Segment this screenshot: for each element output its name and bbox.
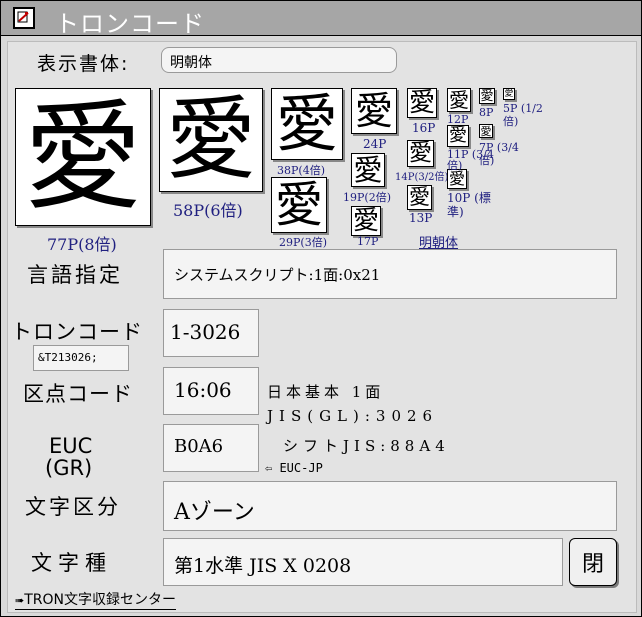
glyph-8p: 愛 [479,88,495,104]
caption-24p: 24P [363,137,387,151]
caption-19p: 19P(2倍) [343,191,391,204]
footer-link[interactable]: ➠TRON文字収録センター [15,589,176,610]
caption-77p: 77P(8倍) [47,235,117,254]
glyph-10p: 愛 [447,169,467,189]
info-line-2: JIS(GL):3026 [267,407,439,425]
caption-16p: 16P [412,121,436,135]
tron-code-window: トロンコード 表示書体: 明朝体 愛 77P(8倍) 愛 58P(6倍) 愛 3… [0,0,642,617]
glyph-19p: 愛 [351,153,385,187]
glyph-13p: 愛 [407,185,432,210]
glyph-14p: 愛 [407,140,434,167]
char-type-field: 第1水準 JIS X 0208 [163,538,563,586]
close-button[interactable]: 閉 [569,538,617,586]
glyph-58p: 愛 [159,88,263,192]
caption-7p: 7P (3/4倍) [479,141,519,167]
char-class-field: Aゾーン [163,481,617,531]
caption-5p: 5P (1/2倍) [503,102,543,128]
tron-code-field: 1-3026 [163,309,259,357]
kuten-label: 区点コード [23,382,133,406]
glyph-77p: 愛 [15,88,151,226]
caption-8p: 8P [479,106,494,119]
close-button-label: 閉 [581,552,604,577]
glyph-29p: 愛 [271,177,327,233]
caption-58p: 58P(6倍) [173,201,243,220]
caption-14p: 14P(3/2倍) [395,172,449,183]
info-line-1: 日本基本 1面 [267,383,385,401]
window-menu-icon[interactable] [13,7,35,29]
kuten-field: 16:06 [163,367,259,415]
tron-code-label: トロンコード [11,320,143,344]
euc-convert-link[interactable]: ⇦ EUC-JP [265,461,323,475]
glyph-12p: 愛 [447,88,471,112]
caption-12p: 12P [447,113,469,126]
window-title: トロンコード [55,10,205,38]
caption-38p: 38P(4倍) [277,164,325,177]
font-label: 表示書体: [37,53,130,75]
euc-label-line2: (GR) [45,456,93,480]
glyph-17p: 愛 [351,206,381,236]
tron-code-entity: &T213026; [33,345,129,371]
glyph-16p: 愛 [407,88,437,118]
glyph-38p: 愛 [271,88,343,160]
caption-29p: 29P(3倍) [279,236,327,249]
arrow-right-icon: ➠ [15,594,25,607]
language-label: 言語指定 [27,263,123,287]
glyph-11p: 愛 [447,125,469,147]
info-line-3: シフトJIS:88A4 [283,437,450,455]
glyph-7p: 愛 [479,124,493,138]
caption-10p: 10P (標準) [447,191,491,219]
title-bar[interactable]: トロンコード [1,1,641,38]
font-select[interactable]: 明朝体 [161,47,397,73]
footer-link-label: TRON文字収録センター [24,592,176,608]
glyph-24p: 愛 [351,88,397,134]
euc-field: B0A6 [163,424,259,472]
char-class-label: 文字区分 [25,495,121,519]
glyph-5p: 愛 [503,88,515,100]
language-field: システムスクリプト:1面:0x21 [163,249,617,299]
caption-17p: 17P [357,235,379,248]
char-type-label: 文字種 [31,551,112,575]
caption-13p: 13P [409,211,433,225]
euc-label-line1: EUC [49,434,93,458]
